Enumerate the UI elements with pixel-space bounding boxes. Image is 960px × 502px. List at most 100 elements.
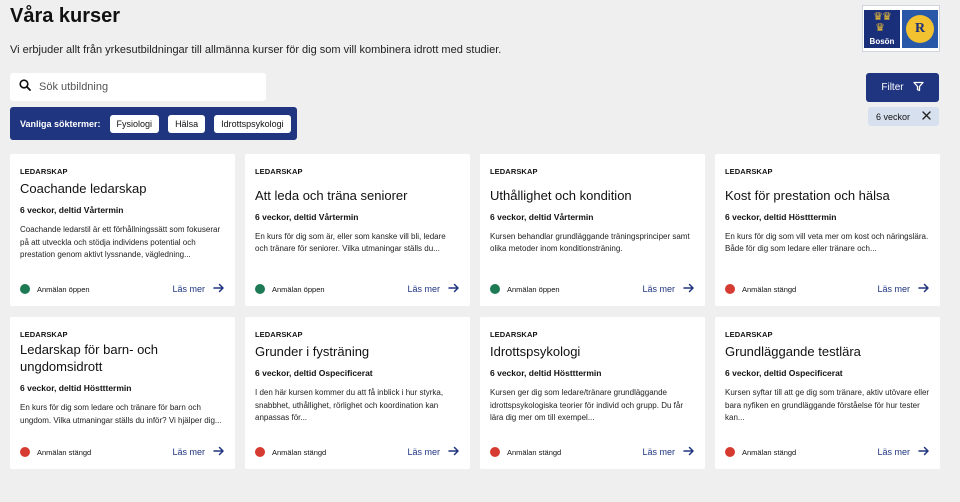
arrow-right-icon	[213, 446, 225, 458]
status-label: Anmälan stängd	[742, 284, 797, 294]
status-label: Anmälan stängd	[742, 447, 797, 457]
course-card[interactable]: LEDARSKAP Grunder i fysträning 6 veckor,…	[245, 317, 470, 469]
status-dot-icon	[255, 447, 265, 457]
course-card[interactable]: LEDARSKAP Uthållighet och kondition 6 ve…	[480, 154, 705, 306]
chip-idrottspsykologi[interactable]: Idrottspsykologi	[214, 114, 291, 133]
course-description: Kursen syftar till att ge dig som tränar…	[725, 388, 930, 423]
logo-seal-panel: R	[902, 9, 938, 48]
arrow-right-icon	[683, 446, 695, 458]
active-filter-chip: 6 veckor	[868, 107, 939, 126]
course-card[interactable]: LEDARSKAP Kost för prestation och hälsa …	[715, 154, 940, 306]
course-card[interactable]: LEDARSKAP Idrottspsykologi 6 veckor, del…	[480, 317, 705, 469]
read-more-link[interactable]: Läs mer	[642, 446, 695, 458]
course-description: Kursen ger dig som ledare/tränare grundl…	[490, 388, 683, 423]
arrow-right-icon	[918, 283, 930, 295]
course-title[interactable]: Ledarskap för barn- och ungdomsidrott	[20, 341, 225, 375]
course-footer: Anmälan öppen Läs mer	[490, 282, 695, 296]
status-dot-icon	[20, 284, 30, 294]
status-dot-icon	[725, 284, 735, 294]
course-card[interactable]: LEDARSKAP Ledarskap för barn- och ungdom…	[10, 317, 235, 469]
read-more-link[interactable]: Läs mer	[172, 446, 225, 458]
arrow-right-icon	[683, 283, 695, 295]
course-title[interactable]: Idrottspsykologi	[490, 343, 695, 360]
chip-halsa[interactable]: Hälsa	[168, 114, 206, 133]
registration-status: Anmälan stängd	[20, 447, 91, 457]
filter-button[interactable]: Filter	[866, 73, 939, 102]
course-footer: Anmälan stängd Läs mer	[490, 445, 695, 459]
course-meta: 6 veckor, deltid Ospecificerat	[725, 368, 843, 379]
search-box[interactable]	[10, 73, 266, 101]
course-description: Coachande ledarstil är ett förhållningss…	[20, 225, 221, 260]
course-title[interactable]: Grunder i fysträning	[255, 343, 460, 360]
course-title[interactable]: Coachande ledarskap	[20, 180, 225, 197]
course-title[interactable]: Att leda och träna seniorer	[255, 187, 460, 204]
registration-status: Anmälan stängd	[490, 447, 561, 457]
logo-crowns-panel: ♛♛ ♛ Bosön	[864, 9, 900, 48]
status-dot-icon	[490, 284, 500, 294]
read-more-label: Läs mer	[407, 447, 440, 457]
status-dot-icon	[20, 447, 30, 457]
status-label: Anmälan öppen	[272, 284, 325, 294]
close-icon[interactable]	[922, 111, 931, 122]
course-body: Idrottspsykologi 6 veckor, deltid Hösttt…	[490, 317, 695, 441]
read-more-link[interactable]: Läs mer	[877, 446, 930, 458]
arrow-right-icon	[918, 446, 930, 458]
registration-status: Anmälan öppen	[20, 284, 90, 294]
read-more-label: Läs mer	[172, 284, 205, 294]
read-more-link[interactable]: Läs mer	[407, 446, 460, 458]
read-more-link[interactable]: Läs mer	[877, 283, 930, 295]
course-description: En kurs för dig som vill veta mer om kos…	[725, 231, 929, 254]
registration-status: Anmälan stängd	[255, 447, 326, 457]
course-card[interactable]: LEDARSKAP Att leda och träna seniorer 6 …	[245, 154, 470, 306]
status-label: Anmälan öppen	[37, 284, 90, 294]
filter-icon	[912, 81, 924, 95]
filter-label: Filter	[881, 82, 904, 93]
course-body: Grunder i fysträning 6 veckor, deltid Os…	[255, 317, 460, 441]
logo[interactable]: ♛♛ ♛ Bosön R	[862, 5, 940, 52]
course-description: En kurs för dig som är, eller som kanske…	[255, 231, 446, 254]
course-body: Att leda och träna seniorer 6 veckor, de…	[255, 154, 460, 278]
logo-text: Bosön	[869, 36, 895, 46]
course-body: Ledarskap för barn- och ungdomsidrott 6 …	[20, 317, 225, 441]
search-input[interactable]	[39, 81, 249, 93]
read-more-link[interactable]: Läs mer	[172, 283, 225, 295]
common-search-terms: Vanliga söktermer: Fysiologi Hälsa Idrot…	[10, 107, 297, 140]
course-grid: LEDARSKAP Coachande ledarskap 6 veckor, …	[10, 154, 940, 469]
course-title[interactable]: Kost för prestation och hälsa	[725, 187, 930, 204]
arrow-right-icon	[448, 283, 460, 295]
status-label: Anmälan öppen	[507, 284, 560, 294]
course-meta: 6 veckor, deltid Vårtermin	[255, 211, 359, 222]
read-more-link[interactable]: Läs mer	[642, 283, 695, 295]
page-intro: Vi erbjuder allt från yrkesutbildningar …	[10, 44, 502, 56]
arrow-right-icon	[213, 283, 225, 295]
course-title[interactable]: Uthållighet och kondition	[490, 187, 695, 204]
course-card[interactable]: LEDARSKAP Coachande ledarskap 6 veckor, …	[10, 154, 235, 306]
status-label: Anmälan stängd	[37, 447, 92, 457]
course-meta: 6 veckor, deltid Höstttermin	[20, 383, 132, 393]
course-meta: 6 veckor, deltid Vårtermin	[490, 211, 594, 222]
course-meta: 6 veckor, deltid Höstttermin	[490, 368, 602, 379]
status-label: Anmälan stängd	[272, 447, 327, 457]
crowns-icon: ♛♛ ♛	[873, 10, 892, 34]
course-title[interactable]: Grundläggande testlära	[725, 343, 930, 360]
page-title: Våra kurser	[10, 5, 121, 27]
chip-fysiologi[interactable]: Fysiologi	[109, 114, 160, 133]
status-dot-icon	[490, 447, 500, 457]
course-footer: Anmälan stängd Läs mer	[725, 282, 930, 296]
status-dot-icon	[255, 284, 265, 294]
course-footer: Anmälan stängd Läs mer	[255, 445, 460, 459]
registration-status: Anmälan stängd	[725, 284, 796, 294]
read-more-label: Läs mer	[877, 447, 910, 457]
course-footer: Anmälan öppen Läs mer	[20, 282, 225, 296]
course-description: I den här kursen kommer du att få inblic…	[255, 388, 444, 423]
read-more-label: Läs mer	[642, 447, 675, 457]
course-footer: Anmälan öppen Läs mer	[255, 282, 460, 296]
status-dot-icon	[725, 447, 735, 457]
read-more-label: Läs mer	[642, 284, 675, 294]
active-filter-label: 6 veckor	[876, 111, 911, 122]
course-body: Kost för prestation och hälsa 6 veckor, …	[725, 154, 930, 278]
read-more-link[interactable]: Läs mer	[407, 283, 460, 295]
course-meta: 6 veckor, deltid Ospecificerat	[255, 368, 373, 379]
course-card[interactable]: LEDARSKAP Grundläggande testlära 6 vecko…	[715, 317, 940, 469]
course-footer: Anmälan stängd Läs mer	[20, 445, 225, 459]
